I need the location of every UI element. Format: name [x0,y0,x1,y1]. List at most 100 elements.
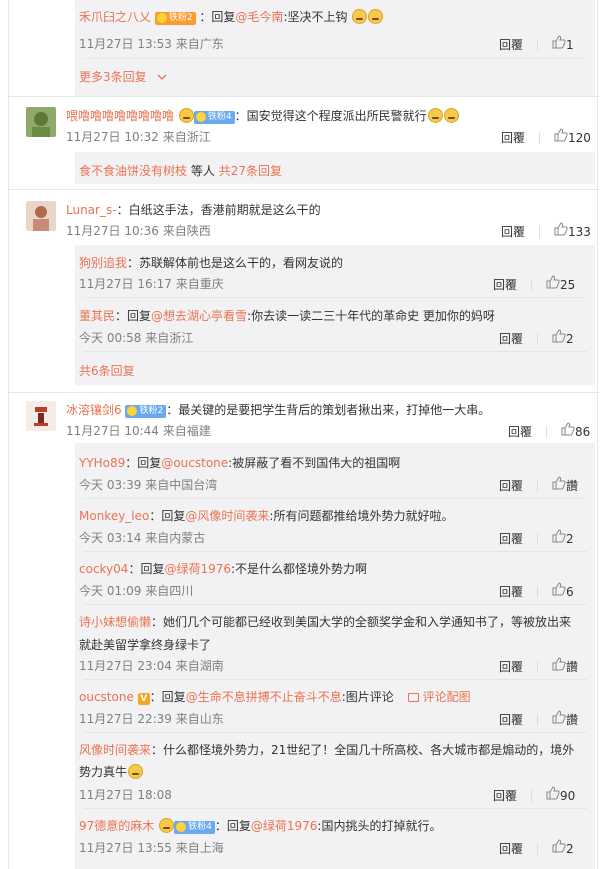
like-count: 2 [566,332,574,346]
like-button[interactable]: 2 [552,839,574,856]
reply-summary-text: 等人 [190,164,215,178]
reply-button[interactable]: 回覆 [493,789,517,803]
thumb-up-icon [552,329,566,343]
reply-author[interactable]: 97德意的麻木 [79,819,154,833]
comment-author[interactable]: 喂噜噜噜噜噜噜噜噜 [66,109,174,123]
reply-author[interactable]: 禾爪臼之八乂 [79,10,151,24]
reply-button[interactable]: 回覆 [499,585,523,599]
reply-button[interactable]: 回覆 [499,660,523,674]
like-button[interactable]: 90 [546,786,575,803]
like-button[interactable]: 讚 [552,657,579,674]
thumb-up-icon [561,422,575,436]
reply-word: ：回复 [214,819,251,833]
mention-link[interactable]: @绿荷1976 [251,819,318,833]
like-button[interactable]: 120 [554,128,591,145]
thumb-up-icon [552,710,566,724]
avatar[interactable] [26,401,56,431]
reply-author[interactable]: 董其民 [79,309,115,323]
mention-link[interactable]: @oucstone [161,456,228,470]
divider [537,586,539,598]
reply-button[interactable]: 回覆 [501,225,525,239]
divider [83,679,587,680]
avatar[interactable] [26,201,56,231]
like-count: 86 [575,425,591,439]
thumb-up-icon [552,582,566,596]
like-button[interactable]: 133 [554,222,591,239]
fan-badge: 铁粉2 [125,405,167,418]
like-button[interactable]: 讚 [552,710,579,727]
reply-author[interactable]: cocky04 [79,562,128,576]
like-button[interactable]: 86 [561,422,591,439]
reply-author[interactable]: 风像时间袭来 [79,743,151,757]
reply-meta: 今天 00:58 来自浙江 [79,331,194,345]
reply-meta: 11月27日 13:55 来自上海 [79,841,224,855]
comment-author[interactable]: 冰溶镶剑6 [66,403,122,417]
avatar-image-icon [32,112,50,137]
like-count: 6 [566,585,574,599]
reply-line: 风像时间袭来：什么都怪境外势力，21世纪了！全国几十所高校、各大城市都是煽动的，… [79,741,574,758]
reply-text: :被屏蔽了看不到国伟大的祖国啊 [228,456,401,470]
like-button[interactable]: 6 [552,582,574,599]
like-button[interactable]: 25 [546,275,576,292]
comment-text: ：最关键的是要把学生背后的策划者揪出来，打掉他一大串。 [166,403,491,417]
reply-author[interactable]: oucstone [79,690,134,704]
like-count: 讚 [566,660,579,674]
like-button[interactable]: 1 [552,35,574,52]
mention-link[interactable]: @想去湖心亭看雪 [151,309,247,323]
avatar[interactable] [26,107,56,137]
reply-word: ：回复 [199,10,236,24]
reply-button[interactable]: 回覆 [499,713,523,727]
thumb-up-icon [554,222,568,236]
more-replies-link[interactable]: 更多3条回复 [79,68,168,85]
reply-author[interactable]: 诗小妹想偷懒 [79,615,151,629]
emoji-icon [427,108,443,123]
reply-button[interactable]: 回覆 [493,278,517,292]
mention-link[interactable]: @毛今南 [235,10,283,24]
like-button[interactable]: 讚 [552,476,579,493]
reply-text-continued: 势力真牛 [79,763,144,780]
thumb-up-icon [552,529,566,543]
reply-text: :不是什么都怪境外势力啊 [231,562,368,576]
reply-text-continued: 就赴美留学拿终身绿卡了 [79,638,212,652]
comment-author[interactable]: Lunar_s- [66,203,117,217]
reply-author[interactable]: YYHo89 [79,456,125,470]
mention-link[interactable]: @生命不息拼搏不止奋斗不息 [186,690,342,704]
divider [537,333,539,345]
emoji-icon [159,818,175,833]
mention-link[interactable]: @绿荷1976 [164,562,231,576]
reply-line: YYHo89：回复@oucstone:被屏蔽了看不到国伟大的祖国啊 [79,454,400,471]
thumb-up-icon [552,839,566,853]
more-replies-link[interactable]: 共6条回复 [79,362,135,379]
image-icon [407,693,419,702]
reply-summary[interactable]: 食不食油饼没有树枝 等人 共27条回复 [79,162,282,179]
reply-author[interactable]: Monkey_leo [79,509,149,523]
reply-line: oucstone V ：回复@生命不息拼搏不止奋斗不息:图片评论 评论配图 [79,688,471,705]
reply-button[interactable]: 回覆 [499,332,523,346]
like-count: 讚 [566,713,579,727]
reply-button[interactable]: 回覆 [499,38,523,52]
comment-image-label: 评论配图 [422,690,471,704]
like-count: 1 [566,38,574,52]
like-count: 25 [560,278,576,292]
like-button[interactable]: 2 [552,529,574,546]
mention-link[interactable]: @风像时间袭来 [185,509,269,523]
divider [537,480,539,492]
reply-button[interactable]: 回覆 [508,425,532,439]
reply-text: :图片评论 [341,690,394,704]
reply-button[interactable]: 回覆 [499,479,523,493]
reply-author[interactable]: 狗别追我 [79,256,127,270]
like-count: 2 [566,532,574,546]
like-button[interactable]: 2 [552,329,574,346]
divider [83,808,587,809]
thumb-up-icon [554,128,568,142]
divider [537,533,539,545]
reply-button[interactable]: 回覆 [501,131,525,145]
reply-button[interactable]: 回覆 [499,532,523,546]
comment-image-link[interactable]: 评论配图 [407,690,471,704]
like-count: 讚 [566,479,579,493]
reply-actions: 回覆 2 [499,839,574,857]
emoji-icon [352,9,368,24]
reply-button[interactable]: 回覆 [499,842,523,856]
reply-line: 诗小妹想偷懒：她们几个可能都已经收到美国大学的全额奖学金和入学通知书了，等被放出… [79,613,571,630]
reply-actions: 回覆 2 [499,529,574,547]
